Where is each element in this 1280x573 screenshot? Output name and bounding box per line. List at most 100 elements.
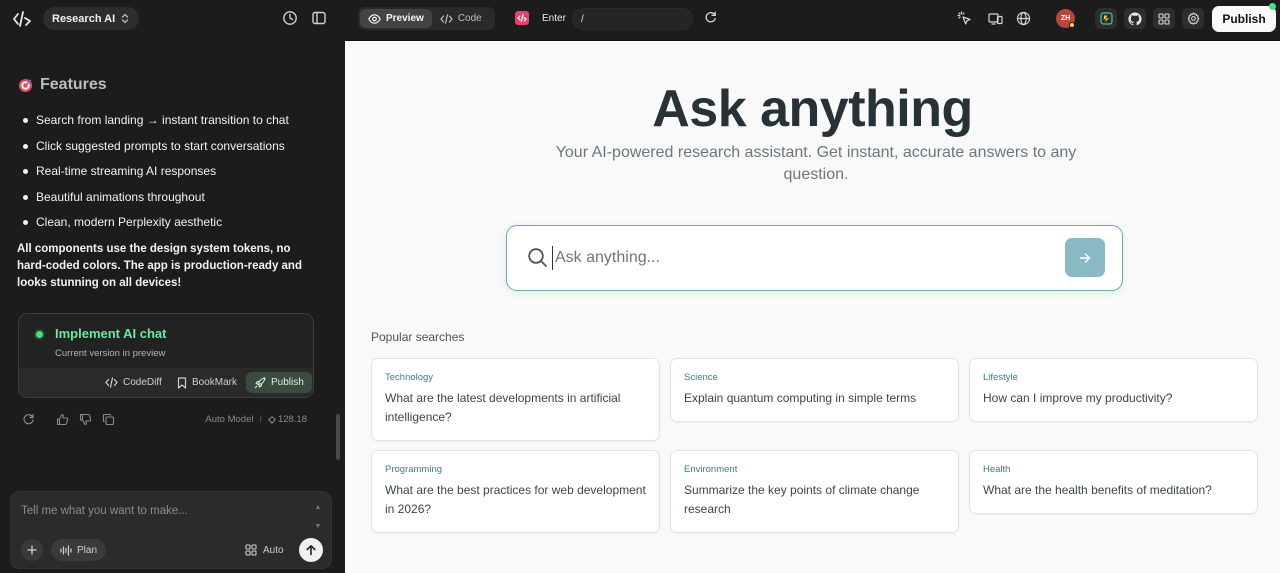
plan-label: Plan bbox=[77, 544, 98, 556]
sidebar-toggle-icon[interactable] bbox=[311, 10, 329, 28]
database-brand-icon bbox=[1099, 12, 1113, 25]
code-label: Code bbox=[457, 13, 482, 24]
suggestion-card[interactable]: Lifestyle How can I improve my productiv… bbox=[969, 358, 1258, 422]
list-item: Real-time streaming AI responses bbox=[22, 161, 289, 187]
composer: ▲ ▼ Plan Auto bbox=[10, 491, 332, 569]
publish-status-dot bbox=[1269, 3, 1276, 10]
search-input[interactable] bbox=[552, 246, 1052, 270]
bookmark-button[interactable]: BookMark bbox=[169, 372, 245, 393]
integrations-button[interactable] bbox=[1153, 8, 1175, 29]
globe-icon[interactable] bbox=[1016, 11, 1031, 26]
reload-icon[interactable] bbox=[704, 11, 719, 26]
card-question: What are the latest developments in arti… bbox=[385, 391, 621, 424]
model-info: Auto Model ǀ 128.18 bbox=[205, 414, 307, 425]
project-name: Research AI bbox=[52, 12, 116, 25]
route-label: Enter bbox=[542, 13, 566, 24]
attach-button[interactable] bbox=[21, 539, 43, 561]
scroll-down-icon[interactable]: ▼ bbox=[314, 523, 322, 531]
codediff-label: CodeDiff bbox=[123, 377, 162, 388]
refresh-icon[interactable] bbox=[22, 413, 35, 426]
suggestion-card[interactable]: Health What are the health benefits of m… bbox=[969, 450, 1258, 514]
publish-button[interactable]: Publish bbox=[1212, 6, 1276, 32]
arrow-right-icon bbox=[1079, 252, 1091, 264]
chat-panel: Research AI Features Search from landing… bbox=[0, 0, 345, 573]
code-icon bbox=[105, 377, 118, 388]
chevron-updown-icon bbox=[121, 13, 129, 24]
search-box bbox=[506, 225, 1123, 291]
page-title: Ask anything bbox=[652, 80, 973, 138]
card-category: Lifestyle bbox=[983, 372, 1018, 383]
page-subtitle: Your AI-powered research assistant. Get … bbox=[555, 144, 1077, 183]
version-actions: CodeDiff BookMark Publish bbox=[19, 368, 313, 397]
card-question: What are the best practices for web deve… bbox=[385, 483, 646, 516]
bookmark-label: BookMark bbox=[192, 377, 238, 388]
rocket-icon bbox=[254, 376, 266, 389]
card-question: How can I improve my productivity? bbox=[983, 391, 1173, 405]
codediff-button[interactable]: CodeDiff bbox=[97, 372, 170, 393]
devices-icon[interactable] bbox=[988, 11, 1003, 26]
plan-button[interactable]: Plan bbox=[51, 539, 107, 561]
suggestion-card[interactable]: Environment Summarize the key points of … bbox=[670, 450, 959, 533]
diamond-icon bbox=[268, 415, 276, 424]
summary-text: All components use the design system tok… bbox=[17, 243, 302, 289]
avatar-status-dot bbox=[1069, 22, 1075, 28]
features-list: Search from landing → instant transition… bbox=[22, 110, 289, 238]
settings-button[interactable] bbox=[1182, 8, 1204, 29]
card-category: Environment bbox=[684, 464, 738, 475]
app-preview: Ask anything Your AI-powered research as… bbox=[345, 41, 1280, 573]
version-card[interactable]: Implement AI chat Current version in pre… bbox=[18, 313, 314, 398]
select-element-icon[interactable] bbox=[957, 11, 972, 26]
card-category: Programming bbox=[385, 464, 443, 475]
grid-icon bbox=[245, 544, 257, 556]
scroll-up-icon[interactable]: ▲ bbox=[314, 504, 322, 512]
tab-code[interactable]: Code bbox=[432, 9, 490, 28]
thumbs-down-icon[interactable] bbox=[79, 413, 92, 426]
github-button[interactable] bbox=[1124, 8, 1146, 29]
message-toolbar: Auto Model ǀ 128.18 bbox=[18, 410, 313, 430]
features-heading: Features bbox=[18, 76, 107, 94]
arrow-up-icon bbox=[305, 544, 317, 556]
chat-scrollbar[interactable] bbox=[336, 414, 340, 460]
card-question: Summarize the key points of climate chan… bbox=[684, 483, 920, 516]
card-question: Explain quantum computing in simple term… bbox=[684, 391, 917, 405]
project-selector[interactable]: Research AI bbox=[43, 7, 140, 30]
route-input[interactable] bbox=[572, 8, 693, 30]
list-item: Click suggested prompts to start convers… bbox=[22, 136, 289, 162]
chat-header: Research AI bbox=[0, 0, 345, 38]
suggestion-card[interactable]: Science Explain quantum computing in sim… bbox=[670, 358, 959, 422]
site-favicon-icon bbox=[515, 11, 529, 25]
card-question: What are the health benefits of meditati… bbox=[983, 483, 1212, 497]
search-icon bbox=[527, 247, 548, 268]
eye-icon bbox=[368, 13, 381, 24]
auto-model-selector[interactable]: Auto bbox=[245, 542, 284, 558]
send-button[interactable] bbox=[299, 538, 323, 562]
apps-grid-icon bbox=[1158, 12, 1170, 25]
separator: ǀ bbox=[259, 414, 262, 425]
card-category: Technology bbox=[385, 372, 434, 383]
version-title: Implement AI chat bbox=[55, 326, 167, 341]
credits-value: 128.18 bbox=[277, 414, 307, 425]
search-submit-button[interactable] bbox=[1065, 238, 1105, 277]
code-icon bbox=[440, 13, 453, 24]
suggestion-card[interactable]: Technology What are the latest developme… bbox=[371, 358, 660, 441]
view-toggle: Preview Code bbox=[358, 7, 495, 30]
version-subtitle: Current version in preview bbox=[55, 348, 166, 359]
list-item: Beautiful animations throughout bbox=[22, 187, 289, 213]
github-icon bbox=[1128, 11, 1142, 26]
version-publish-button[interactable]: Publish bbox=[246, 372, 312, 393]
suggestion-card[interactable]: Programming What are the best practices … bbox=[371, 450, 660, 533]
history-icon[interactable] bbox=[282, 10, 300, 28]
composer-input[interactable] bbox=[21, 505, 291, 517]
card-category: Science bbox=[684, 372, 718, 383]
list-item: Clean, modern Perplexity aesthetic bbox=[22, 212, 289, 238]
app-logo-icon[interactable] bbox=[12, 9, 32, 29]
model-label: Auto Model bbox=[205, 414, 254, 425]
credits-badge: 128.18 bbox=[268, 414, 307, 425]
preview-label: Preview bbox=[386, 13, 424, 24]
supabase-button[interactable] bbox=[1095, 8, 1117, 29]
gear-icon bbox=[1187, 12, 1200, 25]
popular-searches-heading: Popular searches bbox=[371, 330, 465, 344]
thumbs-up-icon[interactable] bbox=[56, 413, 69, 426]
copy-icon[interactable] bbox=[102, 413, 115, 426]
tab-preview[interactable]: Preview bbox=[360, 9, 432, 28]
